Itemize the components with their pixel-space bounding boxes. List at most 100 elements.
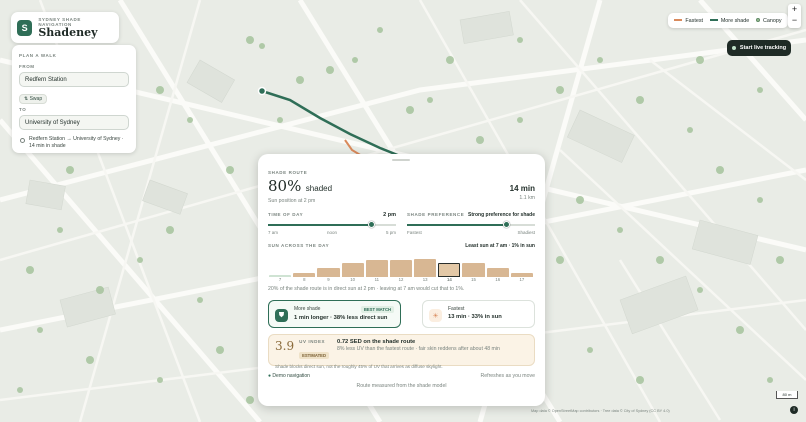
map-legend: Fastest More shade Canopy <box>668 13 788 28</box>
pref-tick: Fastest <box>407 230 422 235</box>
route-distance: 1.1 km <box>519 195 535 201</box>
pref-slider[interactable] <box>407 221 535 228</box>
more-shade-title: More shade <box>294 306 321 312</box>
uv-estimated-badge: ESTIMATED <box>299 352 329 359</box>
time-tick: 7 am <box>268 230 279 235</box>
sun-bar[interactable] <box>341 262 364 277</box>
pref-value: Strong preference for shade <box>468 212 535 218</box>
start-live-tracking-button[interactable]: Start live tracking <box>727 40 791 56</box>
uv-note: Shade blocks direct sun, not the roughly… <box>275 364 443 369</box>
shaded-word: shaded <box>305 184 333 193</box>
shade-swatch-icon <box>709 19 718 22</box>
swap-button[interactable]: ⇅ Swap <box>19 94 48 104</box>
swap-label: Swap <box>29 96 43 102</box>
brand-card: S SYDNEY SHADE NAVIGATION Shadeney <box>11 12 119 43</box>
time-slider[interactable] <box>268 221 396 228</box>
shaded-percent: 80% <box>268 177 302 195</box>
uv-headline: 0.72 SED on the shade route <box>336 339 416 345</box>
pref-tick: Shadiest <box>517 230 535 235</box>
sheet-eyebrow: SHADE ROUTE <box>268 170 308 175</box>
sun-note: 20% of the shade route is in direct sun … <box>268 286 465 292</box>
refresh-note: Refreshes as you move <box>480 373 536 379</box>
sun-bar[interactable] <box>486 267 509 277</box>
sun-icon: ☀ <box>429 309 442 322</box>
to-label: TO <box>19 107 27 112</box>
time-of-day-control: TIME OF DAY 2 pm 7 am noon 5 pm <box>268 212 396 235</box>
sun-position: Sun position at 2 pm <box>268 198 316 204</box>
time-label: TIME OF DAY <box>268 212 304 217</box>
time-slider-fill <box>268 224 372 226</box>
from-label: FROM <box>19 64 35 69</box>
fastest-option[interactable]: ☀ Fastest 13 min · 33% in sun <box>422 300 535 328</box>
hour-tick: 10 <box>350 277 356 282</box>
fastest-detail: 13 min · 33% in sun <box>448 314 502 320</box>
least-sun: Least sun at 7 am · 1% in sun <box>465 243 535 249</box>
route-duration: 14 min <box>509 184 535 193</box>
more-shade-option[interactable]: ⛊ More shade BEST MATCH 1 min longer · 38… <box>268 300 401 328</box>
hour-tick: 12 <box>398 277 404 282</box>
sun-bar[interactable] <box>317 268 340 277</box>
info-icon[interactable]: i <box>790 406 798 414</box>
uv-card: 3.9 UV INDEX ESTIMATED 0.72 SED on the s… <box>268 334 535 369</box>
sun-bar[interactable] <box>389 260 413 277</box>
hour-tick: 13 <box>422 277 428 282</box>
live-dot-icon <box>731 46 736 50</box>
sun-bar[interactable] <box>462 262 485 277</box>
legend-more-shade-label: More shade <box>720 17 750 24</box>
hour-tick: 17 <box>519 277 525 282</box>
sheet-handle[interactable] <box>392 159 410 161</box>
demo-label: Demo navigation <box>272 373 310 379</box>
pref-slider-handle[interactable] <box>503 221 511 228</box>
sun-bar[interactable] <box>414 259 437 277</box>
origin-marker <box>257 86 267 96</box>
plan-heading: PLAN A WALK <box>19 53 57 58</box>
route-sheet: SHADE ROUTE 80% shaded Sun position at 2… <box>258 154 545 406</box>
history-icon <box>20 138 25 143</box>
zoom-in-button[interactable]: + <box>788 4 801 15</box>
legend-fastest-label: Fastest <box>685 17 704 24</box>
sun-chart-label: SUN ACROSS THE DAY <box>268 243 330 248</box>
uv-value: 3.9 <box>275 339 295 353</box>
brand-tagline: SYDNEY SHADE NAVIGATION <box>38 16 81 27</box>
pref-slider-fill <box>407 224 507 226</box>
map-attribution: Map data © OpenStreetMap contributors · … <box>531 409 670 413</box>
recent-route-label: Redfern Station → University of Sydney ·… <box>29 136 124 149</box>
sun-bar[interactable] <box>365 260 388 277</box>
legend-canopy: Canopy <box>756 18 782 24</box>
hour-tick: 14 <box>446 277 452 282</box>
canopy-dot-icon <box>756 18 761 23</box>
plan-card: PLAN A WALK FROM Redfern Station ⇅ Swap … <box>12 45 136 153</box>
live-label: Start live tracking <box>739 45 787 51</box>
scale-bar: 80 m <box>776 391 798 399</box>
time-tick: noon <box>326 230 337 235</box>
hour-tick: 11 <box>374 277 380 282</box>
zoom-control: + − <box>788 4 801 28</box>
pref-label: SHADE PREFERENCE <box>407 212 465 217</box>
hour-tick: 15 <box>471 277 476 282</box>
time-slider-handle[interactable] <box>368 221 376 228</box>
brand-logo: S <box>17 19 33 36</box>
more-shade-detail: 1 min longer · 38% less direct sun <box>294 315 388 321</box>
shade-preference-control: SHADE PREFERENCE Strong preference for sh… <box>407 212 535 235</box>
recent-route[interactable]: Redfern Station → University of Sydney ·… <box>19 136 129 150</box>
sun-bar[interactable] <box>438 262 461 277</box>
sun-chart <box>268 259 535 277</box>
fastest-title: Fastest <box>448 306 465 312</box>
hour-tick: 8 <box>303 277 306 282</box>
legend-fastest: Fastest <box>674 18 703 24</box>
to-field[interactable]: University of Sydney <box>19 115 129 130</box>
sun-chart-hours: 7 8 9 10 11 12 13 14 15 16 17 <box>268 277 535 284</box>
zoom-out-button[interactable]: − <box>788 15 801 26</box>
hour-tick: 16 <box>495 277 501 282</box>
uv-index-label: UV INDEX <box>299 339 326 344</box>
uv-sub: 8% less UV than the fastest route · fair… <box>336 346 500 352</box>
time-tick: 5 pm <box>385 230 396 235</box>
legend-more-shade: More shade <box>709 17 750 24</box>
legend-canopy-label: Canopy <box>763 17 782 24</box>
sheet-footer: Route measured from the shade model <box>356 383 447 389</box>
fastest-swatch-icon <box>674 19 683 22</box>
hour-tick: 9 <box>327 277 330 282</box>
demo-navigation-link[interactable]: ● Demo navigation <box>268 373 310 379</box>
hour-tick: 7 <box>278 277 282 282</box>
from-field[interactable]: Redfern Station <box>19 72 129 87</box>
